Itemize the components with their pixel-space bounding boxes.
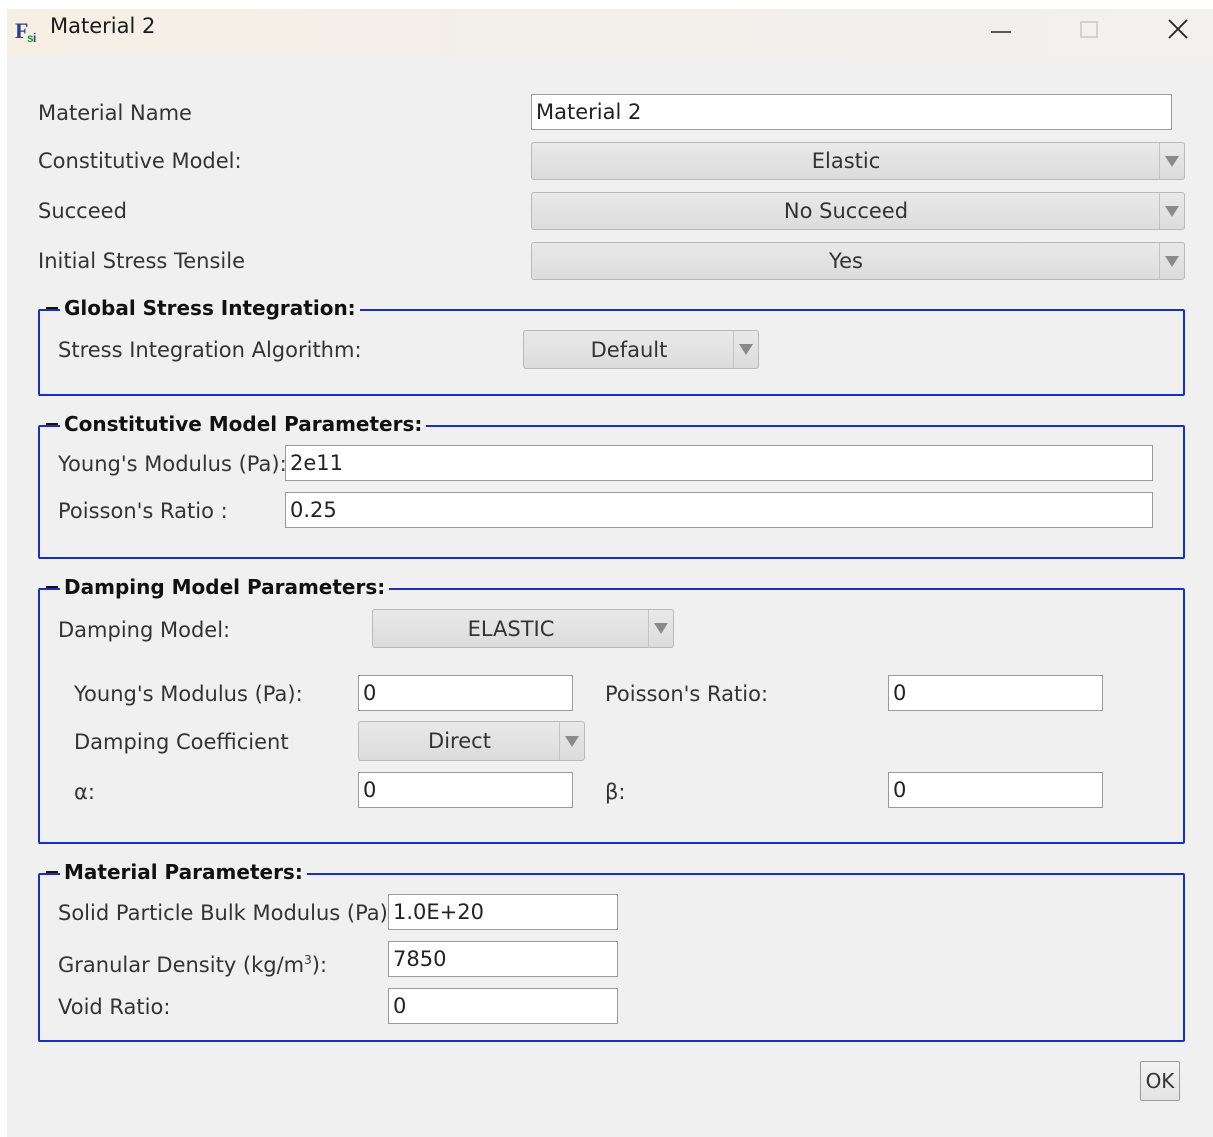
granular-density-input[interactable] xyxy=(388,941,618,977)
poisson-ratio-label: Poisson's Ratio : xyxy=(58,499,228,523)
damping-youngs-label: Young's Modulus (Pa): xyxy=(74,682,303,706)
window-title: Material 2 xyxy=(50,14,156,38)
dropdown-arrow-icon xyxy=(648,610,673,647)
initial-stress-select[interactable]: Yes xyxy=(531,242,1185,280)
void-ratio-input[interactable] xyxy=(388,988,618,1024)
dropdown-arrow-icon xyxy=(559,722,584,760)
close-icon xyxy=(1168,19,1188,39)
material-params-group: Material Parameters: Solid Particle Bulk… xyxy=(38,859,1185,1042)
damping-coefficient-select[interactable]: Direct xyxy=(358,721,585,761)
initial-stress-label: Initial Stress Tensile xyxy=(38,249,246,273)
alpha-label: α: xyxy=(74,780,95,804)
void-ratio-label: Void Ratio: xyxy=(58,995,171,1019)
youngs-modulus-label: Young's Modulus (Pa): xyxy=(58,452,287,476)
maximize-button[interactable] xyxy=(1059,9,1119,49)
dropdown-arrow-icon xyxy=(1159,243,1184,279)
damping-poisson-label: Poisson's Ratio: xyxy=(605,682,769,706)
succeed-label: Succeed xyxy=(38,199,127,223)
app-logo-icon: F s i xyxy=(15,18,36,45)
beta-label: β: xyxy=(605,780,626,804)
material-params-title: Material Parameters: xyxy=(46,859,307,885)
beta-input[interactable] xyxy=(888,772,1103,808)
constitutive-params-title: Constitutive Model Parameters: xyxy=(45,411,427,437)
bulk-modulus-input[interactable] xyxy=(388,894,618,930)
material-name-input[interactable] xyxy=(531,94,1172,130)
granular-density-label: Granular Density (kg/m3): xyxy=(58,953,328,977)
damping-youngs-input[interactable] xyxy=(358,675,573,711)
material-name-label: Material Name xyxy=(38,101,192,125)
damping-coefficient-label: Damping Coefficient xyxy=(74,730,289,754)
minimize-icon xyxy=(991,31,1011,33)
constitutive-model-label: Constitutive Model: xyxy=(38,149,242,173)
global-stress-title: Global Stress Integration: xyxy=(46,295,360,321)
ok-button[interactable]: OK xyxy=(1140,1061,1180,1101)
dropdown-arrow-icon xyxy=(733,331,758,368)
bulk-modulus-label: Solid Particle Bulk Modulus (Pa): xyxy=(58,901,395,925)
constitutive-model-value: Elastic xyxy=(811,149,881,173)
svg-text:i: i xyxy=(33,31,36,45)
poisson-ratio-input[interactable] xyxy=(285,492,1153,528)
minimize-button[interactable] xyxy=(971,9,1031,49)
damping-poisson-input[interactable] xyxy=(888,675,1103,711)
constitutive-params-group: Constitutive Model Parameters: Young's M… xyxy=(38,411,1185,559)
stress-algorithm-select[interactable]: Default xyxy=(523,330,759,369)
alpha-input[interactable] xyxy=(358,772,573,808)
damping-params-title: Damping Model Parameters: xyxy=(45,574,390,600)
damping-model-label: Damping Model: xyxy=(58,618,231,642)
succeed-select[interactable]: No Succeed xyxy=(531,192,1185,230)
damping-params-group: Damping Model Parameters: Damping Model:… xyxy=(38,574,1185,844)
succeed-value: No Succeed xyxy=(783,199,909,223)
close-button[interactable] xyxy=(1148,9,1208,49)
initial-stress-value: Yes xyxy=(829,249,863,273)
stress-algorithm-label: Stress Integration Algorithm: xyxy=(58,338,362,362)
maximize-icon xyxy=(1080,21,1098,38)
damping-model-value: ELASTIC xyxy=(467,616,555,641)
global-stress-group: Global Stress Integration: Stress Integr… xyxy=(38,295,1185,396)
material-dialog: F s i Material 2 Material Name Constitut… xyxy=(7,9,1213,1137)
title-bar: F s i Material 2 xyxy=(7,9,1213,55)
stress-algorithm-value: Default xyxy=(590,337,668,362)
damping-model-select[interactable]: ELASTIC xyxy=(372,609,674,648)
dropdown-arrow-icon xyxy=(1159,193,1184,229)
damping-coefficient-value: Direct xyxy=(428,729,491,753)
youngs-modulus-input[interactable] xyxy=(285,445,1153,481)
constitutive-model-select[interactable]: Elastic xyxy=(531,142,1185,180)
dropdown-arrow-icon xyxy=(1159,143,1184,179)
